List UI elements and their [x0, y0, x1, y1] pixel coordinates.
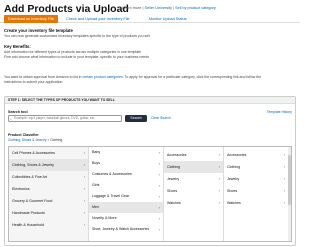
chevron-right-icon: ›	[83, 210, 85, 215]
category-item[interactable]: Men ›	[89, 202, 163, 213]
category-column-3: Accessories › Clothing › Jewelry › Shoes › W…	[164, 147, 224, 241]
tab-monitor-upload-status[interactable]: Monitor Upload Status	[145, 15, 191, 23]
chevron-right-icon: ›	[83, 162, 85, 167]
learn-more-label: Learn more	[122, 6, 142, 10]
category-item[interactable]: Shoes ›	[164, 185, 223, 197]
category-item[interactable]: Jewelry ›	[164, 173, 223, 185]
intro-description: You can now generate customised inventor…	[4, 34, 151, 38]
category-item[interactable]: Jewelry ›	[224, 173, 291, 185]
chevron-right-icon: ›	[218, 176, 220, 181]
chevron-right-icon: ›	[83, 186, 85, 191]
chevron-right-icon: ›	[283, 176, 285, 181]
chevron-right-icon: ›	[83, 198, 85, 203]
category-item[interactable]: Accessories ›	[224, 149, 291, 161]
category-item[interactable]: Novelty & More ›	[89, 213, 163, 224]
scrollbar-thumb[interactable]	[288, 155, 291, 205]
category-item[interactable]: Clothing, Shoes & Jewelry ›	[9, 159, 88, 171]
category-item[interactable]: Clothing ›	[224, 161, 291, 173]
step-1-panel: STEP 1: SELECT THE TYPES OF PRODUCTS YOU…	[4, 96, 296, 246]
search-button[interactable]: Search	[125, 115, 147, 122]
category-item[interactable]: Baby ›	[89, 147, 163, 158]
category-item[interactable]: Accessories ›	[164, 149, 223, 161]
breadcrumb-current: Clothing	[50, 138, 63, 142]
search-tool-label: Search tool	[8, 110, 28, 114]
intro-heading: Create your inventory file template	[4, 28, 73, 33]
tab-check-upload[interactable]: Check and Upload your Inventory File	[62, 15, 134, 23]
chevron-right-icon: ›	[283, 152, 285, 157]
category-column-4: Accessories › Clothing › Jewelry › Shoes › W…	[224, 147, 291, 241]
category-item[interactable]: Grocery & Gourmet Food ›	[9, 195, 88, 207]
breadcrumb-item[interactable]: Clothing, Shoes & Jewelry	[8, 138, 46, 142]
tab-bar: Download an Inventory File Check and Upl…	[0, 15, 300, 23]
chevron-right-icon: ›	[283, 164, 285, 169]
chevron-right-icon: ›	[83, 222, 85, 227]
category-item[interactable]: Cell Phones & Accessories ›	[9, 147, 88, 159]
chevron-right-icon: ›	[83, 150, 85, 155]
category-item[interactable]: Luggage & Travel Gear ›	[89, 191, 163, 202]
chevron-right-icon: ›	[283, 188, 285, 193]
page-header: Add Products via Upload Learn more | Sel…	[4, 3, 296, 15]
chevron-right-icon: ›	[158, 161, 160, 166]
benefit-item: Fine and choose what information to incl…	[4, 55, 149, 59]
search-icon: ⌕	[10, 117, 12, 121]
chevron-right-icon: ›	[83, 174, 85, 179]
category-column-1: Cell Phones & Accessories › Clothing, Sho…	[9, 147, 89, 241]
category-item[interactable]: Clothing ›	[164, 161, 223, 173]
category-item[interactable]: Shoes ›	[224, 185, 291, 197]
seller-university-link[interactable]: Seller University	[145, 6, 172, 10]
learn-more-links: Learn more | Seller University | Sell by…	[122, 6, 216, 10]
category-item[interactable]: Electronics ›	[9, 183, 88, 195]
sell-by-category-link[interactable]: Sell by product category	[175, 6, 216, 10]
category-item[interactable]: Shoe, Jewelry & Watch Accessories ›	[89, 224, 163, 235]
category-item[interactable]: Handmade Products ›	[9, 207, 88, 219]
benefits-heading: Key Benefits:	[4, 44, 31, 49]
category-item[interactable]: Watches ›	[224, 197, 291, 209]
chevron-right-icon: ›	[158, 172, 160, 177]
chevron-right-icon: ›	[218, 164, 220, 169]
category-item[interactable]: Boys ›	[89, 158, 163, 169]
page-title: Add Products via Upload	[4, 3, 129, 15]
chevron-right-icon: ›	[158, 216, 160, 221]
category-item[interactable]: Collectibles & Fine Art ›	[9, 171, 88, 183]
chevron-right-icon: ›	[218, 188, 220, 193]
benefit-item: Add information for different types of p…	[4, 50, 142, 54]
search-placeholder: Example: mp3 player, baseball gloves, DV…	[14, 116, 96, 120]
step-1-header: STEP 1: SELECT THE TYPES OF PRODUCTS YOU…	[5, 97, 295, 104]
approval-text: You want to obtain approval from Amazon …	[4, 75, 262, 79]
vertical-scrollbar[interactable]	[288, 147, 291, 241]
category-item[interactable]: Costumes & Accessories ›	[89, 169, 163, 180]
chevron-right-icon: ›	[158, 205, 160, 210]
product-search-input[interactable]: ⌕ Example: mp3 player, baseball gloves, …	[8, 115, 122, 122]
chevron-right-icon: ›	[218, 152, 220, 157]
breadcrumb: Clothing, Shoes & Jewelry > Clothing	[8, 138, 63, 142]
certain-categories-link[interactable]: certain product categories	[82, 75, 122, 79]
category-item[interactable]: Watches ›	[164, 197, 223, 209]
clear-search-button[interactable]: Clear Search	[151, 116, 171, 120]
category-item[interactable]: Health & Household ›	[9, 219, 88, 231]
category-column-2: Baby › Boys › Costumes & Accessories › Girl…	[89, 147, 164, 241]
chevron-right-icon: ›	[283, 200, 285, 205]
category-browser: Cell Phones & Accessories › Clothing, Sho…	[8, 146, 292, 242]
chevron-right-icon: ›	[158, 227, 160, 232]
category-item[interactable]: Girls ›	[89, 180, 163, 191]
approval-text-cont: instructions to submit your application.	[4, 80, 64, 84]
template-history-link[interactable]: Template History	[267, 110, 292, 114]
chevron-right-icon: ›	[158, 150, 160, 155]
product-classifier-label: Product Classifier	[8, 133, 39, 137]
tab-download-inventory-file[interactable]: Download an Inventory File	[4, 15, 59, 23]
chevron-right-icon: ›	[218, 200, 220, 205]
chevron-right-icon: ›	[158, 183, 160, 188]
chevron-right-icon: ›	[158, 194, 160, 199]
